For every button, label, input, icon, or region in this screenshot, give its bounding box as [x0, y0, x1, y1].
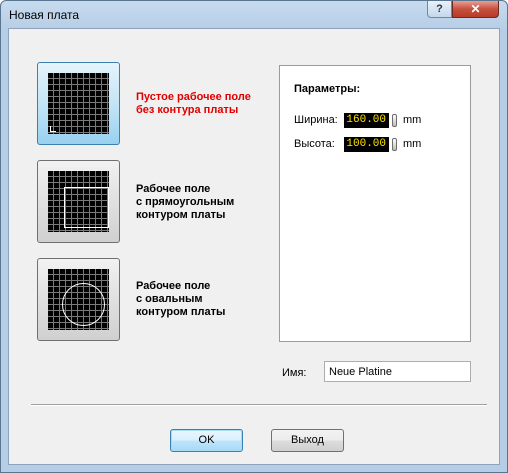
title-bar[interactable]: Новая плата ? ✕ — [1, 1, 507, 28]
oval-board-option-button[interactable] — [37, 258, 120, 341]
ok-button[interactable]: OK — [170, 429, 243, 452]
oval-outline-grid-icon — [48, 269, 109, 330]
height-spin-button[interactable] — [392, 138, 397, 151]
close-button[interactable]: ✕ — [452, 1, 499, 18]
parameters-title: Параметры: — [294, 83, 361, 95]
window-title: Новая плата — [9, 8, 80, 22]
parameters-panel: Параметры: Ширина: 160.00 mm Высота: 100… — [279, 65, 471, 342]
name-input[interactable] — [324, 361, 471, 382]
oval-board-option-label[interactable]: Рабочее поле с овальным контуром платы — [136, 280, 225, 319]
height-value-field[interactable]: 100.00 — [344, 137, 389, 152]
empty-board-option-label[interactable]: Пустое рабочее поле без контура платы — [136, 91, 251, 117]
name-label: Имя: — [282, 367, 307, 379]
rectangle-outline-shape — [64, 187, 109, 228]
height-label: Высота: — [294, 138, 335, 150]
exit-button[interactable]: Выход — [271, 429, 344, 452]
width-unit: mm — [403, 114, 422, 126]
empty-grid-icon — [48, 73, 109, 134]
width-value-field[interactable]: 160.00 — [344, 113, 389, 128]
height-unit: mm — [403, 138, 422, 150]
width-label: Ширина: — [294, 114, 338, 126]
width-spin-button[interactable] — [392, 114, 397, 127]
origin-corner-icon — [50, 126, 56, 132]
rectangle-board-option-label[interactable]: Рабочее поле с прямоугольным контуром пл… — [136, 183, 234, 222]
rectangle-board-option-button[interactable] — [37, 160, 120, 243]
dialog-window: Новая плата ? ✕ Пустое рабочее поле без … — [0, 0, 508, 473]
dialog-client-area: Пустое рабочее поле без контура платы Ра… — [8, 28, 500, 465]
rectangle-outline-grid-icon — [48, 171, 109, 232]
help-button[interactable]: ? — [427, 1, 452, 18]
oval-outline-shape — [62, 283, 105, 326]
separator-line — [31, 404, 487, 406]
empty-board-option-button[interactable] — [37, 62, 120, 145]
